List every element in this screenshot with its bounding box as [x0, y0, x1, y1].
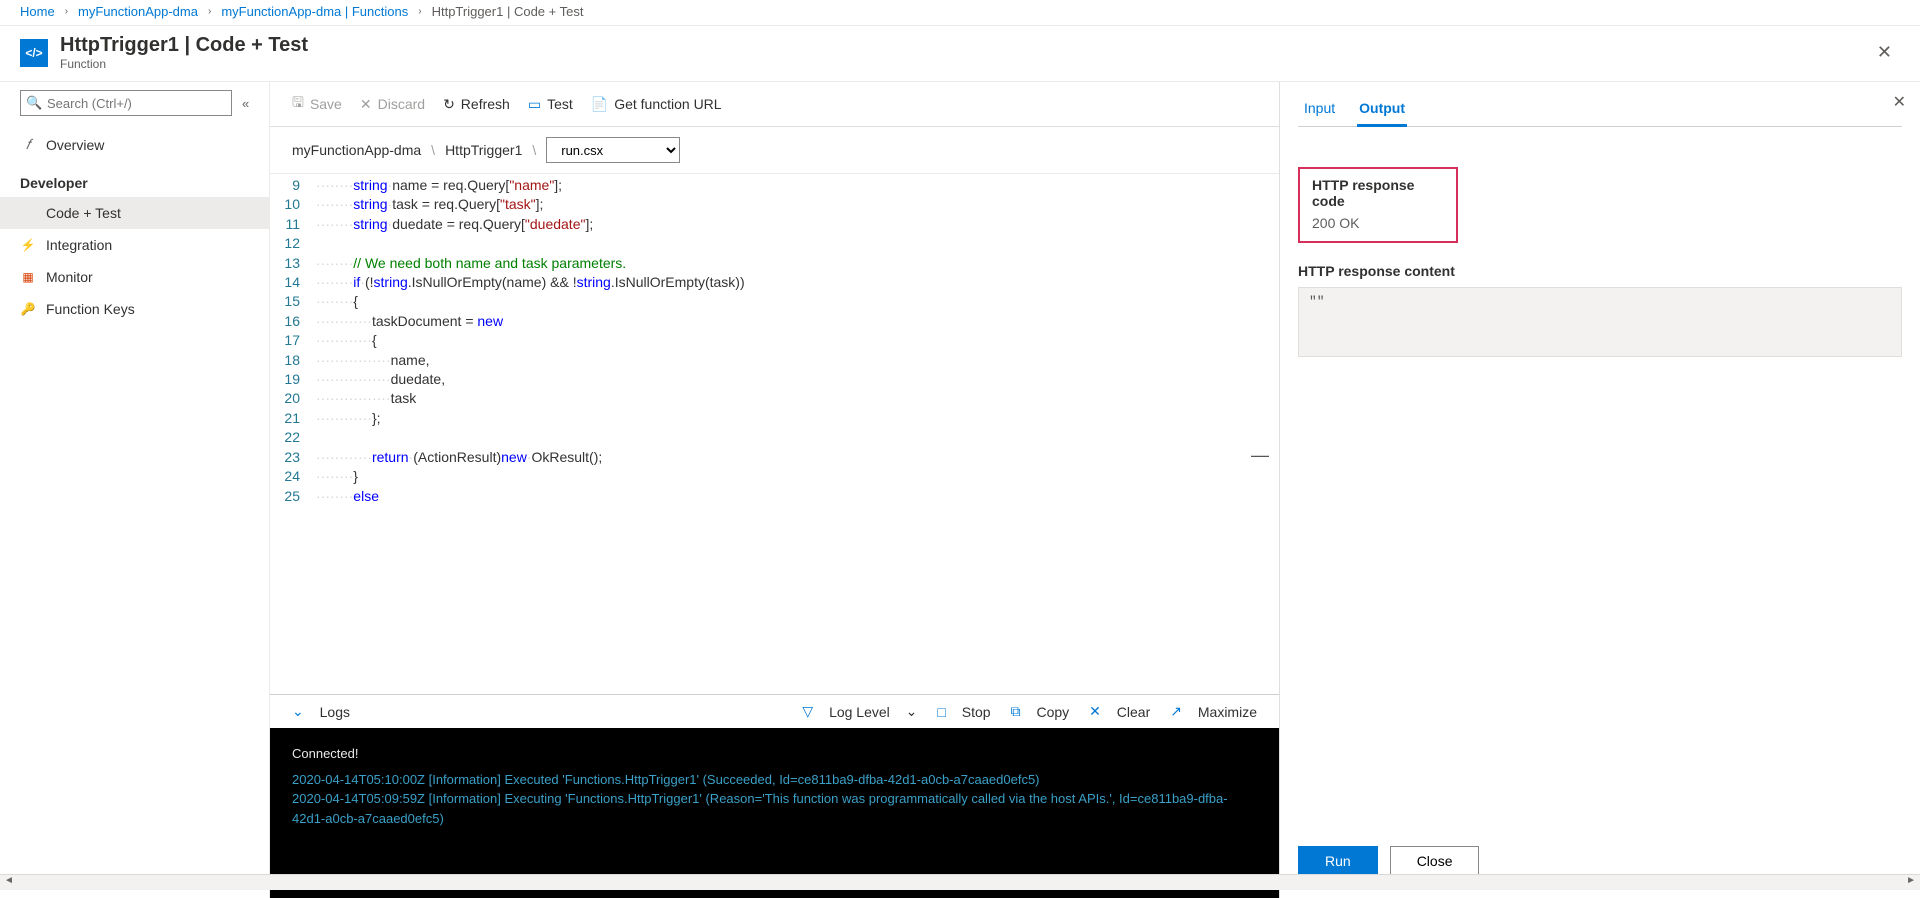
code-editor[interactable]: — 9········string·name = req.Query["name… — [270, 174, 1279, 694]
path-app: myFunctionApp-dma — [292, 142, 421, 158]
sidebar-search-input[interactable] — [20, 90, 232, 116]
code-line: 13········// We need both name and task … — [270, 254, 1279, 273]
response-code-label: HTTP response code — [1312, 177, 1444, 209]
breadcrumb-home[interactable]: Home — [20, 4, 55, 19]
code-line: 16············taskDocument = new — [270, 312, 1279, 331]
code-line: 17············{ — [270, 331, 1279, 350]
sidebar-item-label: Code + Test — [46, 205, 121, 221]
copy-icon: ⧉ — [1011, 703, 1021, 720]
refresh-button[interactable]: ↻Refresh — [443, 96, 510, 113]
code-line: 24········} — [270, 467, 1279, 486]
breadcrumb: Home › myFunctionApp-dma › myFunctionApp… — [0, 0, 1920, 26]
code-line: 14········if·(!string.IsNullOrEmpty(name… — [270, 273, 1279, 292]
refresh-icon: ↻ — [443, 96, 455, 113]
sidebar-item-integration[interactable]: ⚡ Integration — [0, 229, 269, 261]
clear-button[interactable]: ✕ Clear — [1089, 703, 1150, 720]
code-line: 15········{ — [270, 292, 1279, 311]
sidebar-heading-developer: Developer — [0, 161, 269, 197]
toolbar: 🖫Save ✕Discard ↻Refresh ▭Test 📄Get funct… — [270, 82, 1279, 127]
copy-button[interactable]: ⧉ Copy — [1011, 703, 1070, 720]
logs-toggle[interactable]: ⌄ Logs — [292, 703, 350, 720]
url-icon: 📄 — [591, 96, 608, 113]
code-line: 10········string·task = req.Query["task"… — [270, 195, 1279, 214]
sidebar-item-monitor[interactable]: ▦ Monitor — [0, 261, 269, 293]
sidebar-item-overview[interactable]: 𝑓 Overview — [0, 128, 269, 161]
get-url-button[interactable]: 📄Get function URL — [591, 96, 722, 113]
search-icon: 🔍 — [26, 95, 42, 111]
sidebar-item-function-keys[interactable]: 🔑 Function Keys — [0, 293, 269, 325]
code-line: 20················task — [270, 389, 1279, 408]
save-icon: 🖫 — [292, 92, 304, 116]
sidebar-item-code-test[interactable]: Code + Test — [0, 197, 269, 229]
collapse-sidebar-button[interactable]: « — [238, 92, 253, 115]
stop-icon: □ — [937, 704, 945, 720]
sidebar-item-label: Monitor — [46, 269, 93, 285]
chevron-right-icon: › — [418, 6, 421, 17]
console-line: 2020-04-14T05:09:59Z [Information] Execu… — [292, 789, 1257, 828]
response-code-box: HTTP response code 200 OK — [1298, 167, 1458, 243]
code-line: 18················name, — [270, 351, 1279, 370]
function-icon: 𝑓 — [20, 136, 36, 153]
sidebar-item-label: Integration — [46, 237, 112, 253]
breadcrumb-app[interactable]: myFunctionApp-dma — [78, 4, 198, 19]
clear-icon: ✕ — [1089, 703, 1101, 720]
breadcrumb-functions[interactable]: myFunctionApp-dma | Functions — [221, 4, 408, 19]
save-button[interactable]: 🖫Save — [292, 92, 342, 116]
main-content: 🖫Save ✕Discard ↻Refresh ▭Test 📄Get funct… — [270, 82, 1280, 898]
response-content-value: "" — [1298, 287, 1902, 357]
tab-input[interactable]: Input — [1302, 94, 1337, 126]
discard-button[interactable]: ✕Discard — [360, 96, 425, 113]
log-level-dropdown[interactable]: ▽ Log Level ⌄ — [802, 703, 917, 720]
sidebar-item-icon: 🔑 — [20, 302, 36, 316]
sidebar: 🔍 « 𝑓 Overview Developer Code + Test ⚡ Int… — [0, 82, 270, 898]
collapse-region-icon[interactable]: — — [1251, 446, 1269, 465]
page-title: HttpTrigger1 | Code + Test — [60, 34, 1869, 57]
chevron-right-icon: › — [208, 6, 211, 17]
chevron-right-icon: › — [65, 6, 68, 17]
chevron-down-icon: ⌄ — [292, 703, 304, 720]
console-connected: Connected! — [292, 744, 1257, 764]
code-line: 23············return·(ActionResult)new·O… — [270, 448, 1279, 467]
filter-icon: ▽ — [802, 703, 813, 720]
file-selector[interactable]: run.csx — [546, 137, 680, 163]
close-button[interactable]: Close — [1390, 846, 1480, 876]
code-line: 9········string·name = req.Query["name"]… — [270, 176, 1279, 195]
breadcrumb-current: HttpTrigger1 | Code + Test — [432, 4, 584, 19]
test-output-panel: ✕ Input Output HTTP response code 200 OK… — [1280, 82, 1920, 898]
test-button[interactable]: ▭Test — [528, 96, 573, 113]
chevron-down-icon: ⌄ — [906, 703, 918, 720]
code-line: 12 — [270, 234, 1279, 253]
horizontal-scrollbar[interactable] — [0, 874, 1920, 890]
page-subtitle: Function — [60, 57, 1869, 71]
sidebar-item-label: Function Keys — [46, 301, 135, 317]
response-content-label: HTTP response content — [1298, 263, 1902, 279]
code-line: 22 — [270, 428, 1279, 447]
maximize-button[interactable]: ↗ Maximize — [1170, 703, 1257, 720]
close-panel-button[interactable]: ✕ — [1885, 88, 1914, 116]
code-line: 25········else — [270, 487, 1279, 506]
sidebar-item-label: Overview — [46, 137, 104, 153]
close-blade-button[interactable]: ✕ — [1869, 38, 1900, 67]
console-line: 2020-04-14T05:10:00Z [Information] Execu… — [292, 770, 1257, 790]
code-line: 11········string·duedate = req.Query["du… — [270, 215, 1279, 234]
run-button[interactable]: Run — [1298, 846, 1378, 876]
logs-console[interactable]: Connected! 2020-04-14T05:10:00Z [Informa… — [270, 728, 1279, 898]
maximize-icon: ↗ — [1170, 703, 1182, 720]
stop-button[interactable]: □ Stop — [937, 704, 990, 720]
response-code-value: 200 OK — [1312, 215, 1444, 231]
tab-output[interactable]: Output — [1357, 94, 1407, 127]
logs-toolbar: ⌄ Logs ▽ Log Level ⌄ □ Stop ⧉ Copy ✕ Cle… — [270, 694, 1279, 728]
header-badge-icon: </> — [20, 39, 48, 67]
file-path-row: myFunctionApp-dma \ HttpTrigger1 \ run.c… — [270, 127, 1279, 174]
sidebar-item-icon: ▦ — [20, 270, 36, 284]
discard-icon: ✕ — [360, 96, 372, 113]
code-line: 19················duedate, — [270, 370, 1279, 389]
code-line: 21············}; — [270, 409, 1279, 428]
io-tabs: Input Output — [1298, 92, 1902, 127]
sidebar-item-icon: ⚡ — [20, 238, 36, 252]
page-header: </> HttpTrigger1 | Code + Test Function … — [0, 26, 1920, 82]
path-func: HttpTrigger1 — [445, 142, 522, 158]
test-icon: ▭ — [528, 96, 541, 113]
